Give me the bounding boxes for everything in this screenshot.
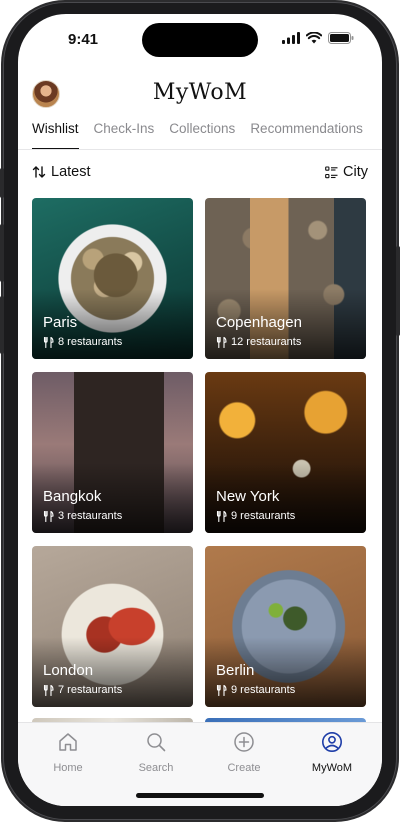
bottom-tab-bar: Home Search Create MyWoM: [18, 722, 382, 806]
status-icons: [282, 32, 354, 44]
restaurant-count-text: 3 restaurants: [58, 510, 123, 522]
city-name: London: [43, 662, 94, 679]
tab-home[interactable]: Home: [28, 731, 108, 774]
city-card-paris[interactable]: Paris 8 restaurants: [32, 198, 193, 359]
tab-wishlist[interactable]: Wishlist: [32, 120, 79, 150]
city-name: New York: [216, 488, 280, 505]
tab-create[interactable]: Create: [204, 731, 284, 774]
restaurant-count: 9 restaurants: [216, 684, 295, 696]
sort-arrows-icon: [32, 166, 46, 178]
volume-down-button: [0, 296, 4, 354]
restaurant-count-text: 9 restaurants: [231, 510, 296, 522]
filter-label: City: [343, 164, 368, 180]
restaurant-count: 8 restaurants: [43, 336, 122, 348]
dynamic-island: [142, 23, 258, 57]
tab-profile[interactable]: MyWoM: [292, 731, 372, 774]
city-card-berlin[interactable]: Berlin 9 restaurants: [205, 546, 366, 707]
list-filter-icon: [325, 165, 338, 178]
restaurant-count: 9 restaurants: [216, 510, 295, 522]
tab-search[interactable]: Search: [116, 731, 196, 774]
tab-collections[interactable]: Collections: [169, 120, 235, 150]
tab-recommendations[interactable]: Recommendations: [250, 120, 363, 150]
tab-profile-label: MyWoM: [311, 762, 353, 774]
restaurant-count: 3 restaurants: [43, 510, 122, 522]
tab-search-label: Search: [138, 762, 174, 774]
app-title: MyWoM: [152, 80, 248, 105]
tab-create-label: Create: [227, 762, 261, 774]
restaurant-count: 7 restaurants: [43, 684, 122, 696]
city-grid: Paris 8 restaurants Copenhagen 12 restau…: [32, 198, 368, 707]
fork-knife-icon: [43, 684, 54, 696]
restaurant-count-text: 8 restaurants: [58, 336, 123, 348]
mute-switch: [0, 168, 4, 198]
battery-icon: [328, 32, 354, 44]
restaurant-count-text: 9 restaurants: [231, 684, 296, 696]
home-indicator: [136, 793, 264, 798]
status-time: 9:41: [68, 31, 99, 48]
restaurant-count-text: 7 restaurants: [58, 684, 123, 696]
tabs-divider: [18, 149, 382, 150]
sort-bar: Latest City: [32, 164, 368, 184]
city-name: Copenhagen: [216, 314, 302, 331]
city-card-new-york[interactable]: New York 9 restaurants: [205, 372, 366, 533]
volume-up-button: [0, 224, 4, 282]
fork-knife-icon: [216, 510, 227, 522]
power-button: [396, 246, 400, 336]
sort-label: Latest: [51, 164, 91, 180]
city-name: Berlin: [216, 662, 255, 679]
app-header: MyWoM: [18, 78, 382, 110]
city-card-copenhagen[interactable]: Copenhagen 12 restaurants: [205, 198, 366, 359]
cellular-signal-icon: [282, 32, 300, 44]
city-card-bangkok[interactable]: Bangkok 3 restaurants: [32, 372, 193, 533]
plus-circle-icon: [234, 732, 254, 752]
filter-button[interactable]: City: [325, 164, 368, 180]
tab-home-label: Home: [53, 762, 83, 774]
fork-knife-icon: [43, 510, 54, 522]
screen: 9:41 MyWoM Wishlist Check-Ins Collection…: [18, 14, 382, 806]
restaurant-count: 12 restaurants: [216, 336, 301, 348]
fork-knife-icon: [43, 336, 54, 348]
profile-icon: [322, 732, 342, 752]
fork-knife-icon: [216, 336, 227, 348]
search-icon: [147, 733, 166, 752]
home-icon: [59, 733, 77, 751]
wifi-icon: [306, 32, 322, 44]
tab-check-ins[interactable]: Check-Ins: [94, 120, 155, 150]
restaurant-count-text: 12 restaurants: [231, 336, 302, 348]
sort-button[interactable]: Latest: [32, 164, 91, 180]
city-card-london[interactable]: London 7 restaurants: [32, 546, 193, 707]
city-name: Paris: [43, 314, 78, 331]
city-name: Bangkok: [43, 488, 102, 505]
fork-knife-icon: [216, 684, 227, 696]
